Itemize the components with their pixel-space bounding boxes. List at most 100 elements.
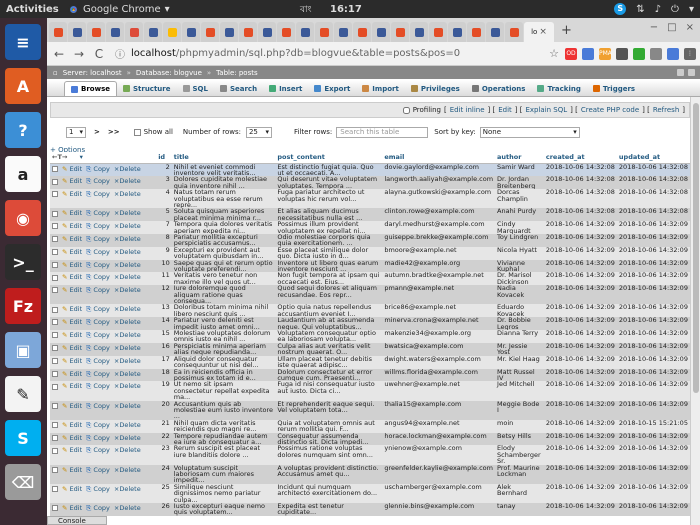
- delete-button[interactable]: ×Delete: [114, 357, 141, 364]
- edit-button[interactable]: ✎ Edit: [62, 287, 82, 294]
- delete-button[interactable]: ×Delete: [114, 274, 141, 281]
- trash-icon[interactable]: ⌫: [5, 464, 41, 500]
- tab-import[interactable]: Import: [356, 81, 405, 96]
- copy-button[interactable]: ⎘ Copy: [86, 249, 110, 256]
- tab-privileges[interactable]: Privileges: [405, 81, 466, 96]
- settings-icon[interactable]: [677, 69, 684, 76]
- scrollbar-thumb[interactable]: [693, 103, 699, 393]
- copy-button[interactable]: ⎘ Copy: [86, 287, 110, 294]
- edit-button[interactable]: ✎ Edit: [62, 345, 82, 352]
- row-checkbox[interactable]: [52, 306, 58, 313]
- delete-button[interactable]: ×Delete: [114, 165, 141, 172]
- bookmark-star-icon[interactable]: ☆: [548, 47, 560, 60]
- expand-icon[interactable]: [688, 69, 695, 76]
- extension-icon[interactable]: [650, 47, 662, 60]
- column-header-email[interactable]: email: [382, 152, 496, 164]
- row-checkbox[interactable]: [52, 319, 58, 326]
- column-header-post-content[interactable]: post_content: [275, 152, 383, 164]
- tab-operations[interactable]: Operations: [466, 81, 532, 96]
- copy-button[interactable]: ⎘ Copy: [86, 466, 110, 473]
- table-row[interactable]: ✎ Edit ⎘ Copy ×Delete 26 Iusto excepturi eaq…: [50, 503, 690, 516]
- extension-icon[interactable]: [667, 47, 679, 60]
- filter-rows-input[interactable]: Search this table: [336, 126, 429, 138]
- extension-icon[interactable]: OD: [565, 47, 577, 60]
- back-button[interactable]: ←: [51, 47, 67, 61]
- browser-tab[interactable]: [391, 22, 409, 42]
- new-tab-button[interactable]: +: [561, 23, 572, 38]
- copy-button[interactable]: ⎘ Copy: [86, 402, 110, 409]
- minimize-button[interactable]: −: [650, 22, 658, 33]
- profiling-checkbox[interactable]: [402, 106, 410, 114]
- url-field[interactable]: ⓘ localhost /phpmyadmin/sql.php?db=blogv…: [115, 45, 515, 63]
- copy-button[interactable]: ⎘ Copy: [86, 178, 110, 185]
- refresh-link[interactable]: Refresh: [653, 106, 679, 114]
- amazon-icon[interactable]: a: [5, 156, 41, 192]
- tab-browse[interactable]: Browse: [64, 81, 117, 96]
- browser-tab[interactable]: [410, 22, 428, 42]
- column-header-created-at[interactable]: created_at: [543, 152, 617, 164]
- breadcrumb-server[interactable]: Server: localhost: [63, 69, 122, 77]
- browser-tab-active[interactable]: lo ×: [524, 22, 554, 42]
- breadcrumb-table[interactable]: Table: posts: [216, 69, 257, 77]
- copy-button[interactable]: ⎘ Copy: [86, 383, 110, 390]
- table-row[interactable]: ✎ Edit ⎘ Copy ×Delete 15 Molestiae voluptate…: [50, 330, 690, 343]
- copy-button[interactable]: ⎘ Copy: [86, 261, 110, 268]
- table-row[interactable]: ✎ Edit ⎘ Copy ×Delete 24 Voluptatum suscipit…: [50, 464, 690, 484]
- next-page-button[interactable]: >: [94, 128, 100, 136]
- column-header-author[interactable]: author: [495, 152, 544, 164]
- copy-button[interactable]: ⎘ Copy: [86, 505, 110, 512]
- system-tray[interactable]: S ⇅ ♪ ⏻ ▾: [614, 3, 694, 15]
- browser-tab[interactable]: [486, 22, 504, 42]
- edit-button[interactable]: ✎ Edit: [62, 332, 82, 339]
- close-tab-icon[interactable]: ×: [539, 27, 547, 37]
- edit-button[interactable]: ✎ Edit: [62, 402, 82, 409]
- copy-button[interactable]: ⎘ Copy: [86, 422, 110, 429]
- explain-sql-link[interactable]: Explain SQL: [525, 106, 567, 114]
- info-icon[interactable]: ⓘ: [115, 46, 125, 61]
- table-row[interactable]: ✎ Edit ⎘ Copy ×Delete 10 Saepe quas qui et r…: [50, 259, 690, 273]
- copy-button[interactable]: ⎘ Copy: [86, 223, 110, 230]
- breadcrumb-database[interactable]: Database: blogvue: [136, 69, 202, 77]
- column-resize-handle[interactable]: ←T→: [52, 153, 67, 161]
- delete-button[interactable]: ×Delete: [114, 191, 141, 198]
- browser-tab[interactable]: [163, 22, 181, 42]
- skype-tray-icon[interactable]: S: [614, 3, 627, 15]
- terminal-icon[interactable]: >_: [5, 244, 41, 280]
- virtualbox-icon[interactable]: ▣: [5, 332, 41, 368]
- row-checkbox[interactable]: [52, 402, 58, 409]
- keyboard-layout-indicator[interactable]: বাং: [300, 2, 312, 17]
- edit-button[interactable]: ✎ Edit: [62, 370, 82, 377]
- browser-tab[interactable]: [125, 22, 143, 42]
- table-row[interactable]: ✎ Edit ⎘ Copy ×Delete 2 Nihil et eveniet com…: [50, 163, 690, 177]
- software-center-icon[interactable]: A: [5, 68, 41, 104]
- edit-button[interactable]: ✎ Edit: [62, 422, 82, 429]
- tab-search[interactable]: Search: [214, 81, 263, 96]
- delete-button[interactable]: ×Delete: [114, 505, 141, 512]
- table-row[interactable]: ✎ Edit ⎘ Copy ×Delete 19 Ut nemo sit ipsam c…: [50, 381, 690, 401]
- reload-button[interactable]: C: [91, 47, 107, 61]
- row-checkbox[interactable]: [52, 178, 58, 185]
- browser-tab[interactable]: [505, 22, 523, 42]
- clock[interactable]: 16:17: [330, 4, 362, 15]
- edit-button[interactable]: ✎ Edit: [62, 249, 82, 256]
- browser-tab[interactable]: [182, 22, 200, 42]
- row-checkbox[interactable]: [52, 248, 58, 255]
- delete-button[interactable]: ×Delete: [114, 306, 141, 313]
- delete-button[interactable]: ×Delete: [114, 466, 141, 473]
- copy-button[interactable]: ⎘ Copy: [86, 274, 110, 281]
- row-checkbox[interactable]: [52, 332, 58, 339]
- edit-button[interactable]: ✎ Edit: [62, 434, 82, 441]
- maximize-button[interactable]: □: [667, 22, 676, 33]
- delete-button[interactable]: ×Delete: [114, 236, 141, 243]
- row-checkbox[interactable]: [52, 345, 58, 352]
- extension-icon[interactable]: ⋮: [684, 47, 696, 60]
- table-row[interactable]: ✎ Edit ⎘ Copy ×Delete 13 Doloribus totam min…: [50, 304, 690, 318]
- table-row[interactable]: ✎ Edit ⎘ Copy ×Delete 11 Veritatis vero tene…: [50, 272, 690, 286]
- row-checkbox[interactable]: [52, 274, 58, 281]
- copy-button[interactable]: ⎘ Copy: [86, 447, 110, 454]
- edit-button[interactable]: ✎ Edit: [62, 447, 82, 454]
- tab-triggers[interactable]: Triggers: [587, 81, 641, 96]
- content-scrollbar[interactable]: [690, 97, 700, 525]
- tab-tracking[interactable]: Tracking: [531, 81, 586, 96]
- row-checkbox[interactable]: [52, 434, 58, 441]
